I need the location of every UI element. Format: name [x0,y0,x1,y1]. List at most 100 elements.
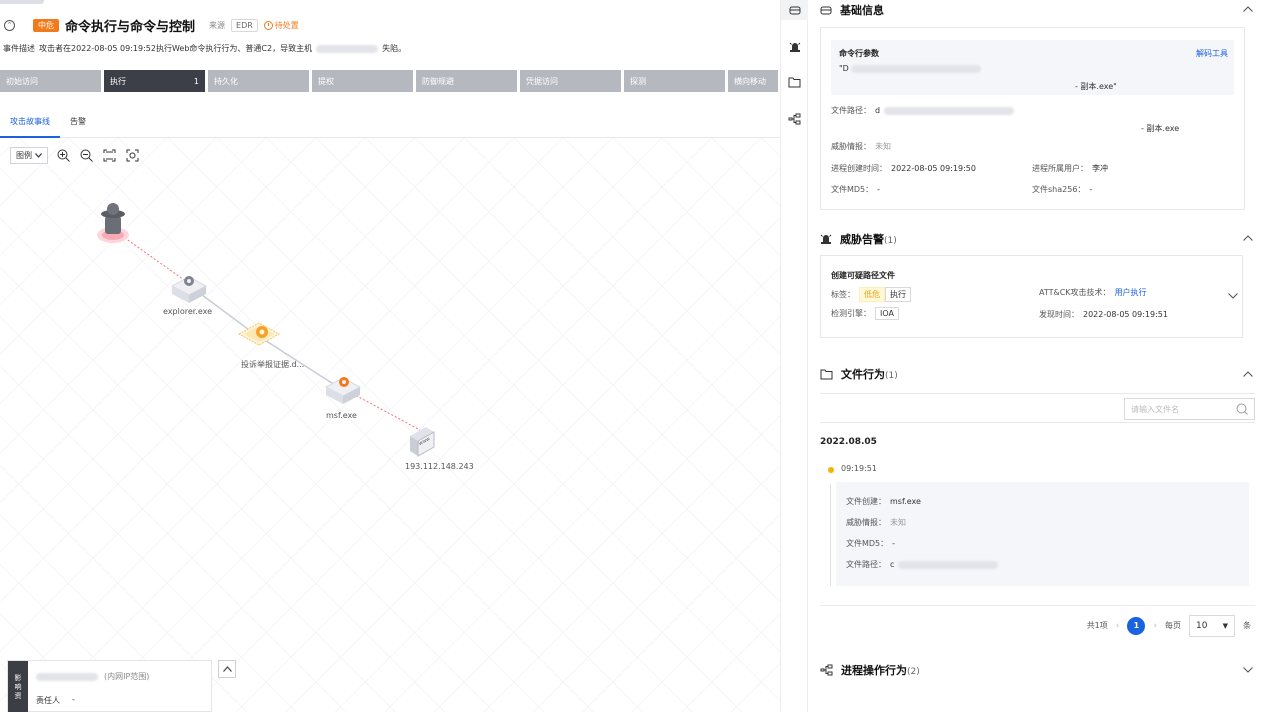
desc-text-after: 失陷。 [382,44,407,53]
page-1[interactable]: 1 [1127,616,1146,635]
proc-user-label: 进程所属用户： [1032,164,1088,173]
stage-label: 凭据访问 [526,76,558,86]
attck-link[interactable]: 用户执行 [1115,287,1147,298]
alert-expand-icon[interactable] [1228,292,1238,302]
nav-file-behavior[interactable] [787,74,802,89]
stage-credential-access[interactable]: 凭据访问 [520,70,621,92]
page-size-select[interactable]: 10 ▼ [1189,614,1235,637]
alert-name: 创建可疑路径文件 [831,271,895,280]
file-path-label: 文件路径： [846,560,886,569]
file-behavior-title-text: 文件行为 [841,368,885,381]
threat-intel-value: 未知 [875,142,891,151]
nav-process-ops[interactable] [787,111,802,126]
found-value: 2022-08-05 09:19:51 [1083,310,1168,319]
alarm-icon [789,42,800,52]
chevron-up-icon[interactable] [1242,368,1254,380]
sha256-value: - [1089,185,1093,194]
tag-stage: 执行 [885,287,911,302]
tab-attack-storyline[interactable]: 攻击故事线 [0,111,60,138]
file-search-input[interactable]: 请输入文件名 [1124,398,1255,420]
incident-title: 命令执行与命令与控制 [65,19,196,35]
next-page-icon[interactable]: › [1153,621,1157,631]
edge-attacker-explorer [117,232,188,283]
graph-toolbar: 图例 [10,147,140,164]
node-label-msf: msf.exe [326,411,357,420]
file-path-row: 文件路径： c [846,559,999,570]
collapse-icon[interactable]: ⌃ [4,19,15,31]
nav-threat-alert[interactable] [787,39,802,54]
prev-page-icon[interactable]: ‹ [1116,621,1120,631]
decode-tool-link[interactable]: 解码工具 [1196,48,1228,59]
stage-initial-access[interactable]: 初始访问 [0,70,101,92]
attack-graph-canvas[interactable]: www explorer.exe 投诉举报证据.d... msf.exe 193… [0,138,780,712]
affected-assets-tab[interactable]: 影 响 资 [8,661,28,712]
tags-label: 标签： [831,290,855,299]
per-page-unit: 条 [1243,621,1251,630]
expand-assets-button[interactable] [218,660,236,678]
legend-dropdown[interactable]: 图例 [10,147,48,164]
file-behavior-header[interactable]: 文件行为(1) [820,366,898,382]
process-ops-header[interactable]: 进程操作行为(2) [820,662,920,678]
process-ops-count: (2) [907,667,920,677]
per-page-label: 每页 [1165,621,1181,630]
tab-alerts[interactable]: 告警 [60,111,96,138]
threat-alert-header[interactable]: 威胁告警(1) [820,231,897,247]
timeline-dot [828,467,834,473]
search-icon[interactable] [1236,403,1248,415]
file-md5-row: 文件MD5： - [846,538,895,549]
stage-defense-evasion[interactable]: 防御规避 [416,70,517,92]
tag-severity: 低危 [859,287,885,302]
process-tree-icon [788,113,801,124]
proc-time-row: 进程创建时间： 2022-08-05 09:19:50 [831,163,976,174]
app-root: ⌃ 中危 命令执行与命令与控制 来源 EDR 待处置 事件描述 攻击者在2022… [0,0,1266,712]
stage-execution[interactable]: 执行 1 [104,70,205,92]
file-path-prefix: d [875,106,881,115]
chevron-up-icon[interactable] [1242,232,1254,244]
stage-discovery[interactable]: 探测 [624,70,725,92]
fit-view-icon[interactable] [102,148,117,163]
affected-assets-card: 影 响 资 (内网IP范围) 责任人 - [7,660,212,712]
engine-tag: IOA [875,307,899,320]
basic-info-header[interactable]: 基础信息 [820,2,884,18]
nav-basic-info[interactable] [781,0,808,20]
threat-alert-title-text: 威胁告警 [840,233,884,246]
top-indicator [0,0,44,4]
attack-stage-bar: 初始访问 执行 1 持久化 提权 防御规避 凭据访问 探测 横向移动 [0,70,780,92]
folder-icon [788,77,801,87]
threat-alert-card[interactable]: 创建可疑路径文件 标签： 低危 执行 ATT&CK攻击技术： 用户执行 检测引擎… [820,255,1243,338]
owner-value: - [72,695,75,704]
cmdline-line1: "D [839,64,981,73]
proc-user-row: 进程所属用户： 李冲 [1032,163,1108,174]
stage-persistence[interactable]: 持久化 [208,70,309,92]
zoom-in-icon[interactable] [56,148,71,163]
redacted-ip [36,672,98,681]
basic-info-title: 基础信息 [840,4,884,17]
process-tree-icon [820,664,833,676]
msf-process-node[interactable] [324,377,362,404]
stage-lateral-movement[interactable]: 横向移动 [728,70,778,92]
side-char: 资 [14,691,22,700]
view-tabs: 攻击故事线 告警 [0,111,780,138]
source-label: 来源 [209,20,226,30]
detail-panel: 基础信息 命令行参数 解码工具 "D - 副本.exe" 文件路径： d - 副 [808,0,1266,712]
chevron-up-icon[interactable] [1242,3,1254,15]
ip-address-node[interactable]: www [410,427,435,457]
threat-alert-count: (1) [884,236,897,246]
stage-label: 初始访问 [6,76,38,86]
chevron-down-icon[interactable] [1242,664,1254,676]
file-behavior-title: 文件行为(1) [841,366,898,382]
chevron-down-icon [35,153,42,158]
cmdline-prefix: "D [839,64,849,73]
attacker-node[interactable] [97,203,129,243]
stage-privilege-escalation[interactable]: 提权 [312,70,413,92]
focus-center-icon[interactable] [125,148,140,163]
file-intel-label: 威胁情报： [846,518,886,527]
zoom-out-icon[interactable] [79,148,94,163]
explorer-process-node[interactable] [170,276,208,303]
timeline-line [830,484,831,586]
incident-description: 事件描述 攻击者在2022-08-05 09:19:52执行Web命令执行行为、… [3,43,406,54]
ip-scope: (内网IP范围) [104,672,150,681]
attack-graph: www [97,203,435,457]
status-pending[interactable]: 待处置 [263,20,299,31]
page-size-value: 10 [1196,620,1208,631]
